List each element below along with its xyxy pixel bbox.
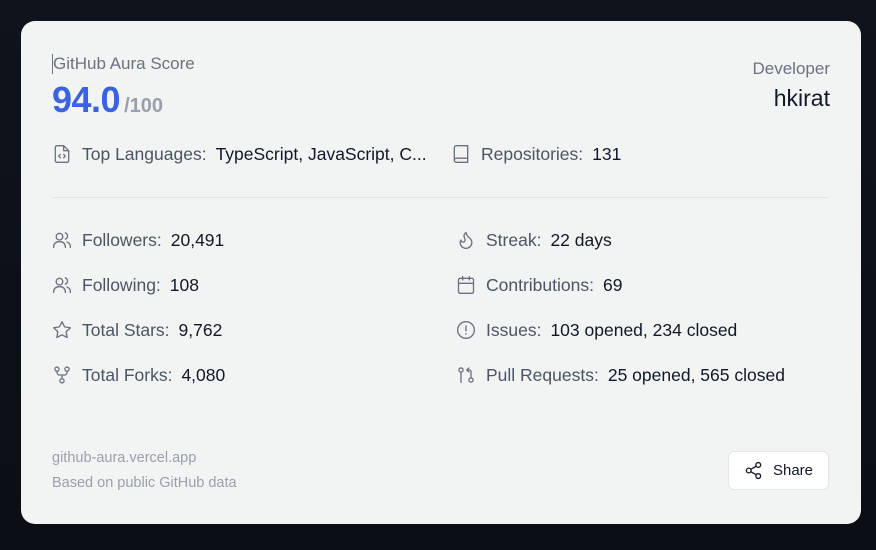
- streak-value: 22 days: [550, 229, 612, 250]
- streak-label: Streak:: [486, 229, 542, 250]
- score-value: 94.0: [52, 79, 121, 120]
- aura-score-card: GitHub Aura Score 94.0 /100 Developer hk…: [21, 21, 861, 524]
- followers-row: Followers: 20,491: [52, 228, 224, 252]
- followers-value: 20,491: [170, 229, 225, 250]
- contributions-label: Contributions:: [486, 274, 594, 295]
- total-forks-label: Total Forks:: [82, 364, 173, 385]
- contributions-value: 69: [602, 274, 623, 295]
- streak-row: Streak: 22 days: [456, 228, 612, 252]
- top-languages-row: Top Languages: TypeScript, JavaScript, C…: [52, 142, 427, 166]
- total-forks-row: Total Forks: 4,080: [52, 363, 225, 387]
- share-label: Share: [772, 462, 814, 479]
- developer-name: hkirat: [773, 85, 830, 111]
- issues-row: Issues: 103 opened, 234 closed: [456, 318, 737, 342]
- file-code-icon: [52, 144, 72, 164]
- star-icon: [52, 320, 72, 340]
- total-stars-value: 9,762: [178, 319, 223, 340]
- git-pull-request-icon: [456, 365, 476, 385]
- pull-requests-label: Pull Requests:: [486, 364, 599, 385]
- following-row: Following: 108: [52, 273, 199, 297]
- pull-requests-row: Pull Requests: 25 opened, 565 closed: [456, 363, 785, 387]
- total-forks-value: 4,080: [181, 364, 226, 385]
- score-max: /100: [124, 95, 164, 117]
- developer-label: Developer: [752, 59, 831, 78]
- contributions-row: Contributions: 69: [456, 273, 622, 297]
- users-icon: [52, 230, 72, 250]
- following-label: Following:: [82, 274, 161, 295]
- divider: [52, 197, 829, 198]
- alert-circle-icon: [456, 320, 476, 340]
- calendar-icon: [456, 275, 476, 295]
- score-display: 94.0 /100: [52, 79, 163, 121]
- top-languages-value: TypeScript, JavaScript, C...: [215, 143, 427, 164]
- footer-note: Based on public GitHub data: [52, 475, 237, 491]
- git-fork-icon: [52, 365, 72, 385]
- top-languages-label: Top Languages:: [82, 143, 207, 164]
- flame-icon: [456, 230, 476, 250]
- users-icon: [52, 275, 72, 295]
- book-icon: [451, 144, 471, 164]
- total-stars-row: Total Stars: 9,762: [52, 318, 222, 342]
- share-icon: [745, 461, 762, 480]
- footer-url: github-aura.vercel.app: [52, 450, 197, 466]
- repositories-value: 131: [592, 143, 622, 164]
- repositories-row: Repositories: 131: [451, 142, 621, 166]
- pull-requests-value: 25 opened, 565 closed: [607, 364, 785, 385]
- following-value: 108: [169, 274, 199, 295]
- total-stars-label: Total Stars:: [82, 319, 170, 340]
- score-label: GitHub Aura Score: [52, 54, 195, 74]
- issues-label: Issues:: [486, 319, 542, 340]
- followers-label: Followers:: [82, 229, 162, 250]
- issues-value: 103 opened, 234 closed: [550, 319, 738, 340]
- repositories-label: Repositories:: [481, 143, 584, 164]
- share-button[interactable]: Share: [728, 451, 829, 490]
